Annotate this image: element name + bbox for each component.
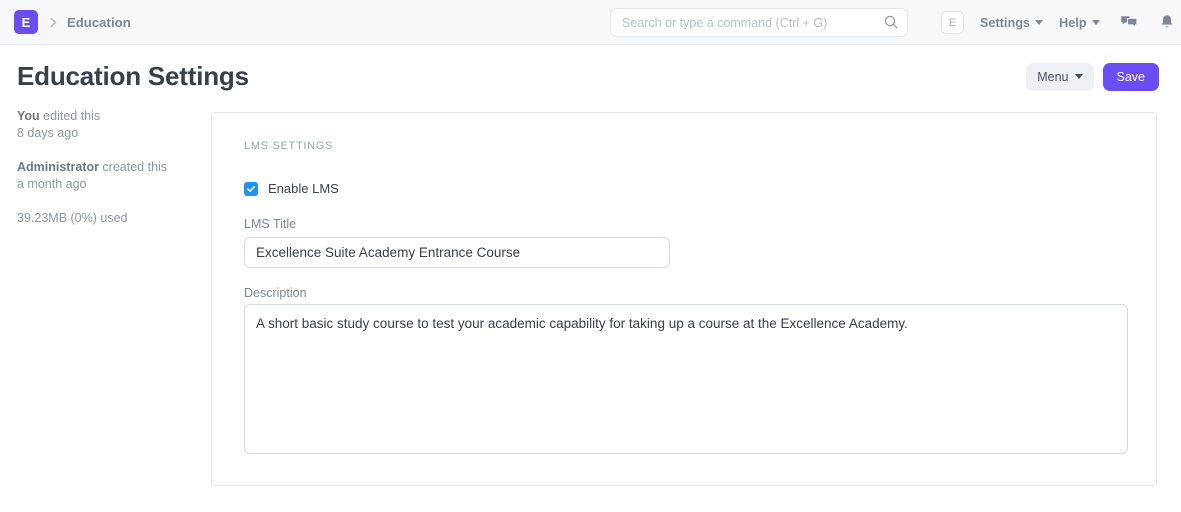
lms-title-label: LMS Title <box>244 217 296 231</box>
created-text: created this <box>99 160 167 174</box>
chat-icon[interactable] <box>1120 14 1138 32</box>
created-timestamp: a month ago <box>17 176 194 193</box>
created-by-user[interactable]: Administrator <box>17 160 99 174</box>
nav-settings-label: Settings <box>980 16 1030 30</box>
menu-button[interactable]: Menu <box>1026 63 1093 91</box>
top-navbar: E Education E Settings Help <box>0 0 1181 45</box>
menu-button-label: Menu <box>1037 70 1068 84</box>
search-input[interactable] <box>610 8 908 37</box>
chevron-down-icon <box>1092 20 1100 25</box>
page-title: Education Settings <box>17 61 249 92</box>
bell-notification-icon[interactable] <box>1158 14 1176 32</box>
settings-card: LMS SETTINGS Enable LMS LMS Title Descri… <box>211 112 1157 486</box>
sidebar: You edited this 8 days ago Administrator… <box>0 108 211 227</box>
page-actions: Menu Save <box>1026 63 1159 91</box>
description-label: Description <box>244 286 307 300</box>
enable-lms-label: Enable LMS <box>268 181 339 196</box>
edited-by-user[interactable]: You <box>17 109 40 123</box>
description-textarea[interactable] <box>244 304 1128 454</box>
chevron-down-icon <box>1035 20 1043 25</box>
chevron-right-icon <box>48 16 59 29</box>
save-button[interactable]: Save <box>1103 63 1160 91</box>
edited-timestamp: 8 days ago <box>17 125 194 142</box>
created-line: Administrator created this <box>17 159 194 176</box>
nav-settings-dropdown[interactable]: Settings <box>980 16 1043 30</box>
lms-title-input[interactable] <box>244 237 670 268</box>
sidebar-created-info: Administrator created this a month ago <box>17 159 194 193</box>
edited-line: You edited this <box>17 108 194 125</box>
storage-usage: 39.23MB (0%) used <box>17 210 194 227</box>
chevron-down-icon <box>1075 74 1083 79</box>
section-header-lms-settings: LMS SETTINGS <box>244 140 333 152</box>
breadcrumb-education[interactable]: Education <box>67 15 131 30</box>
edited-text: edited this <box>40 109 100 123</box>
app-logo[interactable]: E <box>14 10 38 34</box>
enable-lms-checkbox[interactable] <box>244 182 258 196</box>
avatar[interactable]: E <box>941 11 964 34</box>
enable-lms-row[interactable]: Enable LMS <box>244 181 339 196</box>
navbar-right-group: E Settings Help <box>610 0 1176 45</box>
nav-help-label: Help <box>1059 16 1087 30</box>
nav-help-dropdown[interactable]: Help <box>1059 16 1100 30</box>
search-box <box>610 8 908 37</box>
page-header: Education Settings Menu Save <box>0 45 1181 108</box>
sidebar-edited-info: You edited this 8 days ago <box>17 108 194 142</box>
